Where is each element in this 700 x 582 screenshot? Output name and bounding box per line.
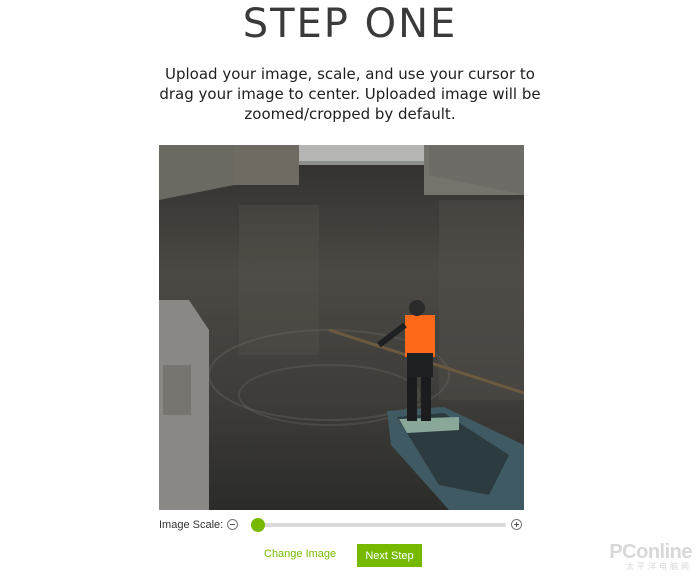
image-scale-label: Image Scale:	[159, 519, 224, 531]
minus-circle-icon[interactable]	[227, 519, 238, 530]
instructions-text: Upload your image, scale, and use your c…	[159, 65, 541, 123]
crop-image-area[interactable]	[159, 145, 524, 510]
next-step-button[interactable]: Next Step	[357, 544, 422, 567]
image-scale-slider[interactable]	[251, 518, 506, 532]
watermark-subtitle: 太平洋电脑网	[626, 562, 692, 571]
watermark: PConline 太平洋电脑网	[609, 542, 692, 572]
uploaded-photo[interactable]	[159, 145, 524, 510]
plus-circle-icon[interactable]	[511, 519, 522, 530]
change-image-button[interactable]: Change Image	[264, 548, 336, 560]
image-scale-control: Image Scale:	[159, 516, 525, 536]
slider-thumb[interactable]	[251, 518, 265, 532]
page-title: STEP ONE	[242, 1, 458, 47]
action-bar: Change Image Next Step	[0, 544, 700, 568]
watermark-brand: PConline	[609, 541, 692, 563]
